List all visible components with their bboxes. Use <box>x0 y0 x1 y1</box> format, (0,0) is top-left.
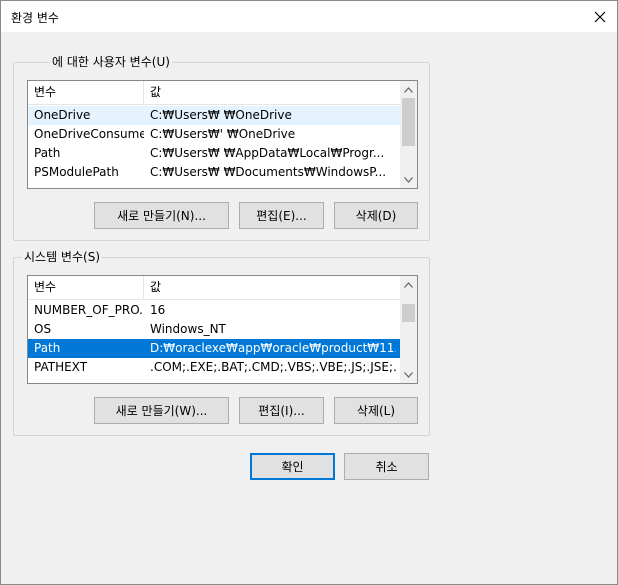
system-variables-title: 시스템 변수(S) <box>22 250 102 264</box>
system-edit-button[interactable]: 편집(I)... <box>239 397 324 424</box>
variable-name: Path <box>34 341 61 355</box>
table-row[interactable]: OneDriveConsumer C:₩Users₩' ₩OneDrive <box>28 125 400 144</box>
table-row[interactable]: Path C:₩Users₩ ₩AppData₩Local₩Progr... <box>28 144 400 163</box>
user-delete-button[interactable]: 삭제(D) <box>334 202 418 229</box>
variable-value: C:₩Users₩ ₩Documents₩WindowsP... <box>150 165 387 179</box>
close-icon <box>594 11 606 22</box>
chevron-up-icon <box>404 281 413 288</box>
variable-value: C:₩Users₩' ₩OneDrive <box>150 127 296 141</box>
cancel-button[interactable]: 취소 <box>344 453 429 480</box>
variable-value: Windows_NT <box>150 322 226 336</box>
variable-name: OneDriveConsumer <box>34 127 144 141</box>
variable-value: C:₩Users₩ ₩OneDrive <box>150 108 292 122</box>
scroll-down-button[interactable] <box>400 171 417 188</box>
system-delete-button[interactable]: 삭제(L) <box>334 397 418 424</box>
user-new-button[interactable]: 새로 만들기(N)... <box>94 202 229 229</box>
variable-name: Path <box>34 146 61 160</box>
ok-button[interactable]: 확인 <box>250 453 335 480</box>
scroll-down-button[interactable] <box>400 366 417 383</box>
system-new-button[interactable]: 새로 만들기(W)... <box>94 397 229 424</box>
user-list-header: 변수 값 <box>28 81 400 105</box>
vertical-scrollbar[interactable] <box>400 81 417 188</box>
variable-value: 16 <box>150 303 166 317</box>
chevron-down-icon <box>404 176 413 183</box>
chevron-up-icon <box>404 86 413 93</box>
title-bar: 환경 변수 <box>1 1 617 32</box>
system-variables-list[interactable]: 변수 값 NUMBER_OF_PRO... 16 OS Windows_NT P… <box>27 275 418 384</box>
table-row[interactable]: PATHEXT .COM;.EXE;.BAT;.CMD;.VBS;.VBE;.J… <box>28 358 400 377</box>
user-variables-list[interactable]: 변수 값 OneDrive C:₩Users₩ ₩OneDrive OneDri… <box>27 80 418 189</box>
table-row[interactable]: PSModulePath C:₩Users₩ ₩Documents₩Window… <box>28 163 400 182</box>
column-header-value[interactable]: 값 <box>144 276 400 299</box>
variable-name: PSModulePath <box>34 165 119 179</box>
column-header-variable[interactable]: 변수 <box>28 276 144 299</box>
user-edit-button[interactable]: 편집(E)... <box>239 202 324 229</box>
variable-name: OS <box>34 322 52 336</box>
chevron-down-icon <box>404 371 413 378</box>
column-header-value[interactable]: 값 <box>144 81 400 104</box>
table-row[interactable]: NUMBER_OF_PRO... 16 <box>28 301 400 320</box>
table-row[interactable]: OS Windows_NT <box>28 320 400 339</box>
scroll-thumb[interactable] <box>402 304 415 322</box>
user-variables-title: 에 대한 사용자 변수(U) <box>50 55 172 69</box>
scroll-up-button[interactable] <box>400 276 417 293</box>
column-header-variable[interactable]: 변수 <box>28 81 144 104</box>
environment-variables-dialog: 환경 변수 에 대한 사용자 변수(U) 변수 값 OneDrive C:₩Us… <box>0 0 618 585</box>
system-list-header: 변수 값 <box>28 276 400 300</box>
variable-value: D:₩oraclexe₩app₩oracle₩product₩11.2.0... <box>150 341 396 355</box>
variable-name: PATHEXT <box>34 360 88 374</box>
variable-value: C:₩Users₩ ₩AppData₩Local₩Progr... <box>150 146 385 160</box>
user-variables-group: 에 대한 사용자 변수(U) 변수 값 OneDrive C:₩Users₩ ₩… <box>13 55 430 241</box>
variable-name: OneDrive <box>34 108 91 122</box>
scroll-up-button[interactable] <box>400 81 417 98</box>
variable-value: .COM;.EXE;.BAT;.CMD;.VBS;.VBE;.JS;.JSE;.… <box>150 360 396 374</box>
table-row-selected[interactable]: Path D:₩oraclexe₩app₩oracle₩product₩11.2… <box>28 339 400 358</box>
table-row[interactable]: OneDrive C:₩Users₩ ₩OneDrive <box>28 106 400 125</box>
vertical-scrollbar[interactable] <box>400 276 417 383</box>
scroll-thumb[interactable] <box>402 98 415 146</box>
variable-name: NUMBER_OF_PRO... <box>34 303 144 317</box>
window-title: 환경 변수 <box>11 11 59 25</box>
close-button[interactable] <box>583 1 617 32</box>
system-variables-group: 시스템 변수(S) 변수 값 NUMBER_OF_PRO... 16 OS Wi… <box>13 250 430 436</box>
